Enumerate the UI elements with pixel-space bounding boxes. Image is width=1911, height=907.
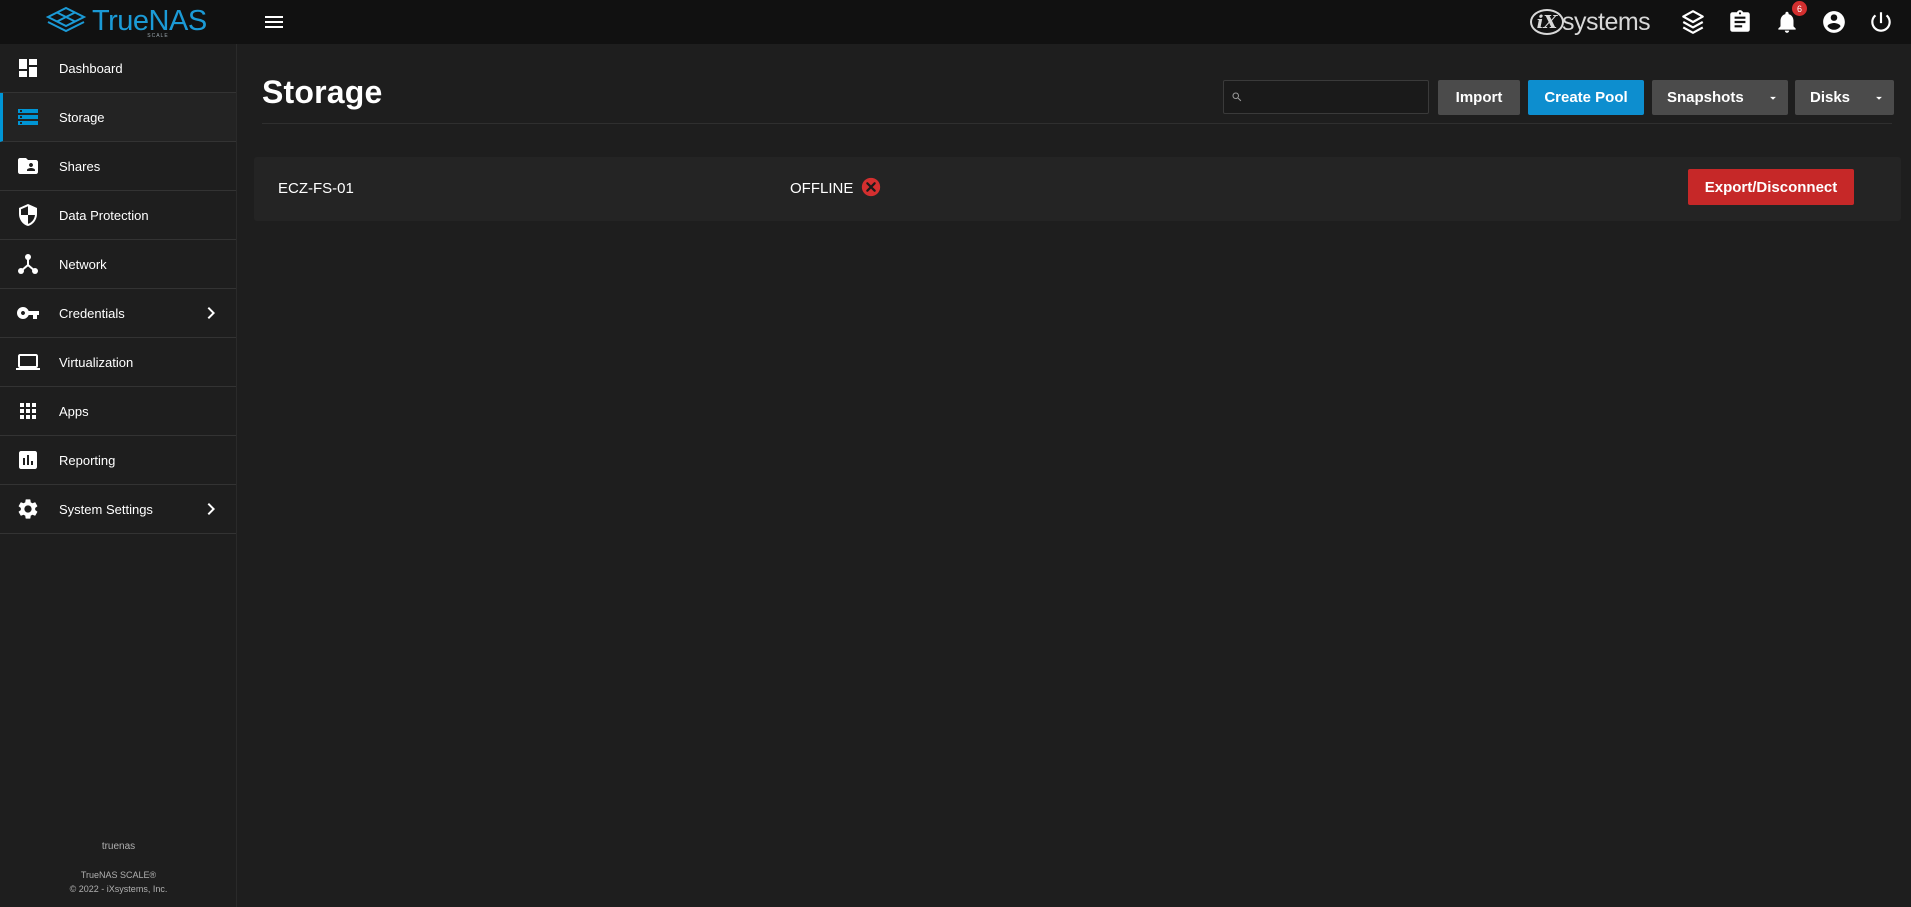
sidebar-item-credentials[interactable]: Credentials [0,289,236,338]
account-icon[interactable] [1821,9,1847,35]
network-icon [18,254,38,274]
product-version: TrueNAS SCALE® [80,870,157,880]
power-icon[interactable] [1868,9,1894,35]
sidebar-item-shares[interactable]: Shares [0,142,236,191]
search-input[interactable] [1248,81,1426,113]
menu-icon[interactable] [262,10,286,34]
top-bar: TrueNAS SCALE iX systems 6 [0,0,1911,44]
sidebar-item-label: System Settings [59,501,153,517]
sidebar-item-label: Data Protection [59,207,149,223]
ixsystems-logo[interactable]: iX systems [1530,6,1651,38]
gear-icon [18,499,38,519]
caret-down-icon [1876,96,1882,100]
truenas-logo[interactable]: TrueNAS SCALE [44,3,207,39]
sidebar-item-virtualization[interactable]: Virtualization [0,338,236,387]
truenas-logo-mark-icon [45,6,87,33]
ix-logo-mark: iX [1530,9,1564,35]
caret-down-icon [1770,96,1776,100]
sidebar: Dashboard Storage Shares Data Protection… [0,44,237,907]
snapshots-dropdown-button[interactable]: Snapshots [1652,80,1788,115]
chart-icon [19,451,37,469]
hostname: truenas [101,841,136,852]
search-field[interactable] [1223,80,1429,114]
sidebar-item-label: Reporting [59,452,116,468]
folder-shared-icon [18,158,38,174]
laptop-icon [16,354,40,370]
task-manager-icon[interactable] [1727,9,1753,35]
chevron-right-icon [207,503,215,515]
key-icon [17,307,39,319]
sidebar-item-label: Credentials [59,305,125,321]
export-disconnect-button[interactable]: Export/Disconnect [1688,169,1854,205]
dashboard-icon [19,59,37,77]
shield-icon [19,204,37,226]
apps-grid-icon [20,403,36,419]
import-button[interactable]: Import [1438,80,1520,115]
sidebar-item-label: Dashboard [59,60,123,76]
create-pool-button[interactable]: Create Pool [1528,80,1644,115]
truecommand-icon[interactable] [1680,9,1706,35]
search-icon [1232,92,1242,102]
pool-name: ECZ-FS-01 [278,180,354,197]
sidebar-item-label: Network [59,256,107,272]
main-content: Storage Import Create Pool Snapshots Dis… [238,44,1911,907]
snapshots-label: Snapshots [1667,89,1744,106]
offline-error-icon [861,177,881,197]
logo-edition: SCALE [147,33,169,39]
page-title: Storage [262,74,383,110]
disks-label: Disks [1810,89,1851,106]
pool-status: OFFLINE [790,180,854,197]
header-divider [262,123,1892,124]
sidebar-item-label: Storage [59,109,105,125]
sidebar-item-label: Apps [59,403,89,419]
disks-dropdown-button[interactable]: Disks [1795,80,1894,115]
sidebar-item-network[interactable]: Network [0,240,236,289]
logo-name: TrueNAS [92,5,207,37]
storage-icon [18,109,38,125]
chevron-right-icon [207,307,215,319]
sidebar-item-apps[interactable]: Apps [0,387,236,436]
copyright: © 2022 - iXsystems, Inc. [69,884,168,894]
version-info: TrueNAS SCALE® © 2022 - iXsystems, Inc. [0,868,237,896]
notification-count-badge: 6 [1792,1,1807,16]
ix-logo-text: systems [1562,7,1651,36]
sidebar-item-label: Virtualization [59,354,134,370]
sidebar-item-system-settings[interactable]: System Settings [0,485,236,534]
pool-card: ECZ-FS-01 OFFLINE Export/Disconnect [254,157,1901,221]
sidebar-item-label: Shares [59,158,101,174]
sidebar-item-reporting[interactable]: Reporting [0,436,236,485]
sidebar-item-data-protection[interactable]: Data Protection [0,191,236,240]
sidebar-item-dashboard[interactable]: Dashboard [0,44,236,93]
sidebar-item-storage[interactable]: Storage [0,93,236,142]
